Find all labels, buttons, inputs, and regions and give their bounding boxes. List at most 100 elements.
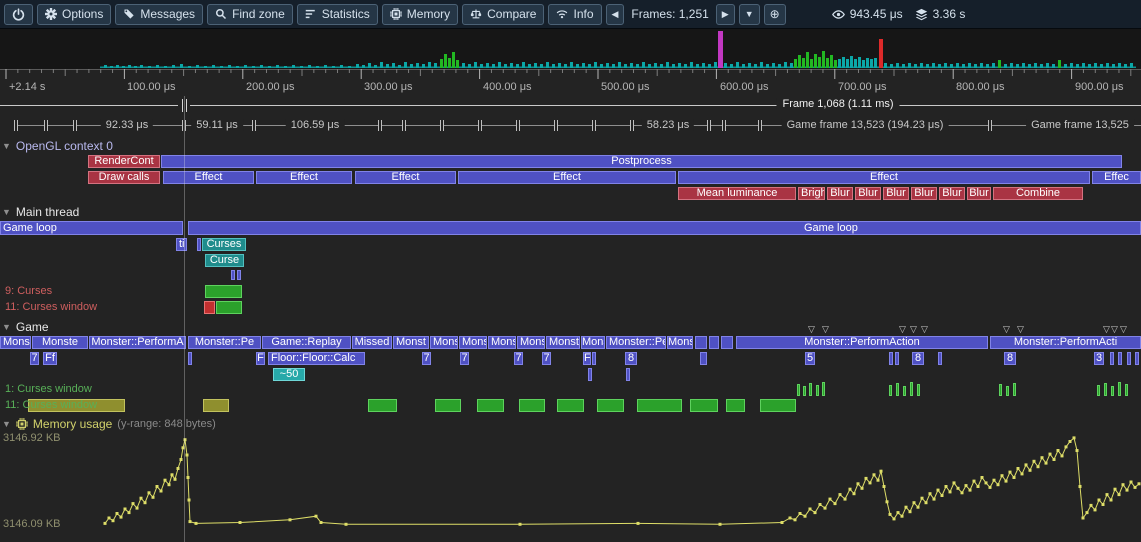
collapsed-events-icon[interactable]: ▽: [1120, 324, 1127, 335]
zone-blur[interactable]: Blur: [939, 187, 965, 200]
zone-effec[interactable]: Effec: [1092, 171, 1141, 184]
zone-monst[interactable]: Monst: [488, 336, 516, 349]
section-header-memory[interactable]: ▼ Memory usage (y-range: 848 bytes): [2, 416, 216, 431]
zone-monster-performacti[interactable]: Monster::PerformActi: [990, 336, 1141, 349]
zone-50[interactable]: ~50: [273, 368, 305, 381]
zone-rendercont[interactable]: RenderCont: [88, 155, 160, 168]
zone-effect[interactable]: Effect: [678, 171, 1090, 184]
find-zone-button[interactable]: Find zone: [207, 4, 293, 25]
zone-fragment[interactable]: [695, 336, 707, 349]
zone-effect[interactable]: Effect: [355, 171, 456, 184]
zone-draw-calls[interactable]: Draw calls: [88, 171, 160, 184]
zone-monst[interactable]: Monst: [517, 336, 545, 349]
collapse-icon[interactable]: ▼: [2, 141, 11, 151]
zone-floor-floor-calc[interactable]: Floor::Floor::Calc: [268, 352, 365, 365]
zone-monst[interactable]: Monst: [393, 336, 429, 349]
zone-fragment[interactable]: [588, 368, 592, 381]
zone-8[interactable]: 8: [912, 352, 924, 365]
zone-fragment[interactable]: [197, 238, 201, 251]
collapsed-events-icon[interactable]: ▽: [1003, 324, 1010, 335]
zone-ti[interactable]: ti: [176, 238, 187, 251]
zone-8[interactable]: 8: [1004, 352, 1016, 365]
zone-fragment[interactable]: [1127, 352, 1131, 365]
collapse-icon[interactable]: ▼: [2, 207, 11, 217]
power-button[interactable]: [4, 4, 33, 25]
next-frame-button[interactable]: ▶: [716, 4, 735, 25]
collapse-icon[interactable]: ▼: [2, 419, 11, 429]
zone-effect[interactable]: Effect: [163, 171, 254, 184]
zone-blur[interactable]: Blur: [827, 187, 853, 200]
statistics-button[interactable]: Statistics: [297, 4, 378, 25]
zone-8[interactable]: 8: [625, 352, 637, 365]
zone-postprocess[interactable]: Postprocess: [161, 155, 1122, 168]
zone-effect[interactable]: Effect: [458, 171, 676, 184]
zone-7[interactable]: 7: [460, 352, 469, 365]
collapsed-events-icon[interactable]: ▽: [921, 324, 928, 335]
zone-monster-pe[interactable]: Monster::Pe: [188, 336, 261, 349]
zone-fragment[interactable]: [889, 352, 893, 365]
zone-monste[interactable]: Monste: [0, 336, 31, 349]
zone-fragment[interactable]: [895, 352, 899, 365]
zone-combine[interactable]: Combine: [993, 187, 1083, 200]
info-button[interactable]: Info: [548, 4, 601, 25]
zone-mons[interactable]: Mons: [667, 336, 693, 349]
zone-7[interactable]: 7: [422, 352, 431, 365]
zone-f[interactable]: F: [583, 352, 591, 365]
collapsed-events-icon[interactable]: ▽: [1103, 324, 1110, 335]
zone-curse[interactable]: Curse: [205, 254, 244, 267]
prev-frame-button[interactable]: ◀: [606, 4, 625, 25]
zone-fragment[interactable]: [1110, 352, 1114, 365]
zoom-out-button[interactable]: ▼: [739, 4, 760, 25]
collapsed-events-icon[interactable]: ▽: [822, 324, 829, 335]
zone-fragment[interactable]: [938, 352, 942, 365]
zone-fragment[interactable]: [237, 270, 241, 280]
zone-monster-performaction[interactable]: Monster::PerformAction: [736, 336, 988, 349]
collapse-icon[interactable]: ▼: [2, 322, 11, 332]
collapsed-events-icon[interactable]: ▽: [899, 324, 906, 335]
zone-blur[interactable]: Blur: [855, 187, 881, 200]
zone-fragment[interactable]: [231, 270, 235, 280]
zone-mons[interactable]: Mons: [581, 336, 605, 349]
zone-blur[interactable]: Blur: [883, 187, 909, 200]
zone-ff[interactable]: Ff: [43, 352, 57, 365]
zone-monst[interactable]: Monst: [430, 336, 458, 349]
zone-game-replay[interactable]: Game::Replay: [262, 336, 351, 349]
zone-game-loop[interactable]: Game loop: [188, 221, 1141, 235]
zone-monster-pe[interactable]: Monster::Pe: [606, 336, 666, 349]
zone-effect[interactable]: Effect: [256, 171, 352, 184]
zone-f[interactable]: F: [256, 352, 265, 365]
compare-button[interactable]: Compare: [462, 4, 544, 25]
zone-fragment[interactable]: [700, 352, 707, 365]
zone-monste[interactable]: Monste: [32, 336, 88, 349]
zone-mean-luminance[interactable]: Mean luminance: [678, 187, 796, 200]
memory-button[interactable]: Memory: [382, 4, 458, 25]
zone-5[interactable]: 5: [805, 352, 815, 365]
zone-brigh[interactable]: Brigh: [798, 187, 825, 200]
zone-blur[interactable]: Blur: [911, 187, 937, 200]
section-header-main-thread[interactable]: ▼ Main thread: [2, 204, 79, 219]
zone-3[interactable]: 3: [1094, 352, 1104, 365]
collapsed-events-icon[interactable]: ▽: [910, 324, 917, 335]
zone-fragment[interactable]: [626, 368, 630, 381]
options-button[interactable]: Options: [37, 4, 111, 25]
center-view-button[interactable]: ⊕: [764, 4, 786, 25]
section-header-opengl[interactable]: ▼ OpenGL context 0: [2, 138, 113, 153]
zone-blur[interactable]: Blur: [967, 187, 991, 200]
zone-7[interactable]: 7: [30, 352, 39, 365]
zone-fragment[interactable]: [709, 336, 719, 349]
zone-monste[interactable]: Monste: [546, 336, 580, 349]
collapsed-events-icon[interactable]: ▽: [808, 324, 815, 335]
section-header-game[interactable]: ▼ Game: [2, 319, 49, 334]
zone-missed[interactable]: Missed: [352, 336, 392, 349]
collapsed-events-icon[interactable]: ▽: [1111, 324, 1118, 335]
zone-game-loop[interactable]: Game loop: [0, 221, 183, 235]
zone-fragment[interactable]: [188, 352, 192, 365]
zone-curses[interactable]: Curses: [202, 238, 246, 251]
zone-fragment[interactable]: [1118, 352, 1122, 365]
collapsed-events-icon[interactable]: ▽: [1017, 324, 1024, 335]
messages-button[interactable]: Messages: [115, 4, 203, 25]
zone-fragment[interactable]: [592, 352, 596, 365]
zone-fragment[interactable]: [1135, 352, 1139, 365]
zone-monst[interactable]: Monst: [459, 336, 487, 349]
zone-monster-performa[interactable]: Monster::PerformA: [89, 336, 186, 349]
